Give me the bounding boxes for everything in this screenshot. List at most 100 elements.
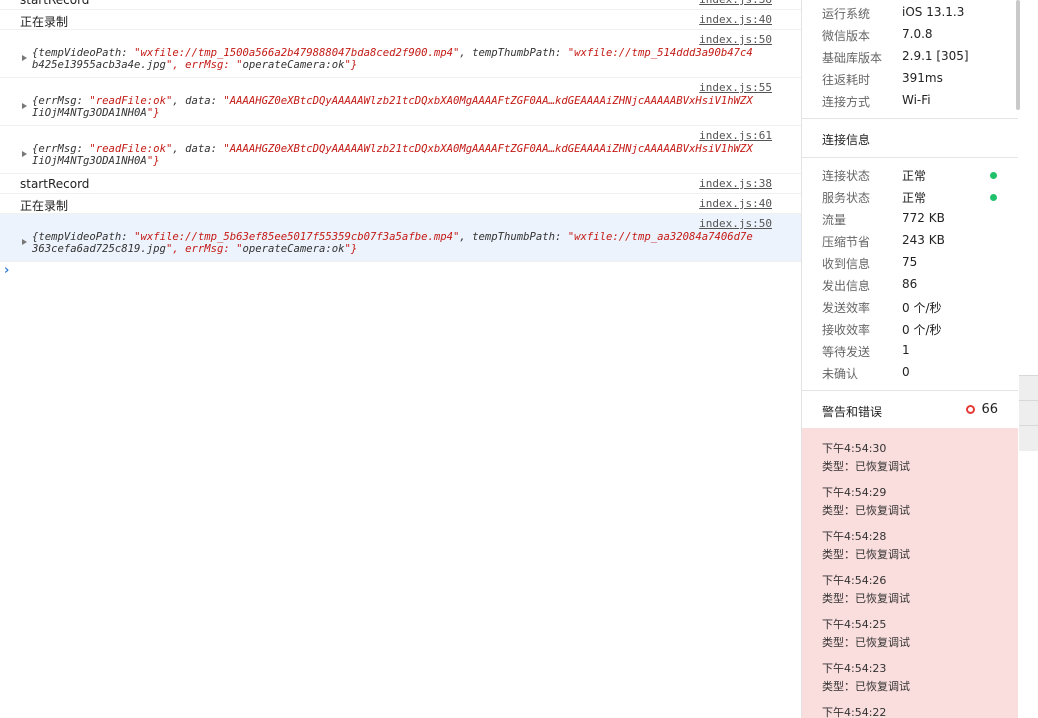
info-row: 服务状态 正常 xyxy=(802,185,1019,207)
console-panel: index.js:38startRecordindex.js:40正在录制ind… xyxy=(0,0,801,718)
log-object-text: {tempVideoPath: "wxfile://tmp_1500a566a2… xyxy=(32,47,780,71)
warning-time: 下午4:54:25 xyxy=(822,618,887,631)
log-message: 正在录制 xyxy=(20,15,69,29)
info-key: 连接状态 xyxy=(822,169,871,183)
source-link[interactable]: index.js:50 xyxy=(699,217,772,230)
info-key: 发送效率 xyxy=(822,301,871,315)
log-text-row: index.js:38 startRecord xyxy=(0,0,801,10)
info-value: 75 xyxy=(902,255,918,269)
info-row: 连接方式 Wi-Fi xyxy=(802,89,1019,111)
info-row: 接收效率 0 个/秒 xyxy=(802,317,1019,339)
system-info-list: 运行系统 iOS 13.1.3 微信版本 7.0.8 基础库版本 2.9.1 [305] 往… xyxy=(802,1,1019,111)
warning-item[interactable]: 下午4:54:25 类型：已恢复调试 xyxy=(802,604,1019,649)
info-row: 连接状态 正常 xyxy=(802,163,1019,185)
log-object-line: 363cefa6ad725c819.jpg", errMsg: "operate… xyxy=(32,243,358,255)
info-value: 0 个/秒 xyxy=(902,301,942,315)
warnings-title: 警告和错误 xyxy=(822,405,883,419)
log-object-row: index.js:50 {tempVideoPath: "wxfile://tmp… xyxy=(0,30,801,78)
warning-item[interactable]: 下午4:54:26 类型：已恢复调试 xyxy=(802,560,1019,605)
info-key: 往返耗时 xyxy=(822,73,871,87)
log-text-row: index.js:38 startRecord xyxy=(0,174,801,194)
log-object-text: {errMsg: "readFile:ok", data: "AAAAHGZ0e… xyxy=(32,95,780,119)
status-ok-dot-icon xyxy=(990,194,997,201)
expand-triangle-icon[interactable] xyxy=(22,151,27,157)
info-key: 流量 xyxy=(822,213,847,227)
info-key: 微信版本 xyxy=(822,29,871,43)
log-object-row: index.js:61 {errMsg: "readFile:ok", data:… xyxy=(0,126,801,174)
source-link[interactable]: index.js:50 xyxy=(699,33,772,46)
console-prompt-icon[interactable]: › xyxy=(4,263,9,278)
warning-item[interactable]: 下午4:54:22 xyxy=(802,692,1019,718)
info-row: 压缩节省 243 KB xyxy=(802,229,1019,251)
warning-time: 下午4:54:23 xyxy=(822,662,887,675)
info-value: 2.9.1 [305] xyxy=(902,49,969,63)
info-row: 基础库版本 2.9.1 [305] xyxy=(802,45,1019,67)
source-link[interactable]: index.js:61 xyxy=(699,129,772,142)
source-link[interactable]: index.js:40 xyxy=(699,197,772,210)
panel-scrollbar-thumb[interactable] xyxy=(1016,0,1020,110)
info-value: 772 KB xyxy=(902,211,945,225)
source-link[interactable]: index.js:38 xyxy=(699,177,772,190)
warning-item[interactable]: 下午4:54:28 类型：已恢复调试 xyxy=(802,516,1019,561)
info-row: 流量 772 KB xyxy=(802,207,1019,229)
status-ok-dot-icon xyxy=(990,172,997,179)
info-row: 未确认 0 xyxy=(802,361,1019,383)
info-value: 86 xyxy=(902,277,918,291)
info-panel: 运行系统 iOS 13.1.3 微信版本 7.0.8 基础库版本 2.9.1 [305] 往… xyxy=(801,0,1019,718)
info-key: 接收效率 xyxy=(822,323,871,337)
edge-tab[interactable] xyxy=(1019,375,1038,401)
info-key: 基础库版本 xyxy=(822,51,883,65)
connection-info-title: 连接信息 xyxy=(822,133,871,147)
info-key: 服务状态 xyxy=(822,191,871,205)
log-object-line: IiOjM4NTg3ODA1NH0A"} xyxy=(32,107,160,119)
source-link[interactable]: index.js:40 xyxy=(699,13,772,26)
warning-time: 下午4:54:28 xyxy=(822,530,887,543)
log-object-line: b425e13955acb3a4e.jpg", errMsg: "operate… xyxy=(32,59,358,71)
info-value: 391ms xyxy=(902,71,943,85)
info-key: 运行系统 xyxy=(822,7,871,21)
expand-triangle-icon[interactable] xyxy=(22,239,27,245)
info-row: 运行系统 iOS 13.1.3 xyxy=(802,1,1019,23)
log-object-line: {tempVideoPath: "wxfile://tmp_5b63ef85ee… xyxy=(32,231,753,243)
log-message: startRecord xyxy=(20,177,90,191)
warnings-header[interactable]: 警告和错误 66 xyxy=(802,390,1019,430)
warning-item[interactable]: 下午4:54:29 类型：已恢复调试 xyxy=(802,472,1019,517)
expand-triangle-icon[interactable] xyxy=(22,103,27,109)
log-message: startRecord xyxy=(20,0,90,7)
warning-time: 下午4:54:30 xyxy=(822,442,887,455)
info-value: 0 个/秒 xyxy=(902,323,942,337)
log-object-row: index.js:55 {errMsg: "readFile:ok", data:… xyxy=(0,78,801,126)
warnings-count: 66 xyxy=(981,402,998,417)
log-object-line: {errMsg: "readFile:ok", data: "AAAAHGZ0e… xyxy=(32,95,753,107)
log-message: 正在录制 xyxy=(20,199,69,213)
log-object-line: {tempVideoPath: "wxfile://tmp_1500a566a2… xyxy=(32,47,753,59)
info-value: 243 KB xyxy=(902,233,945,247)
warning-time: 下午4:54:22 xyxy=(822,706,887,718)
info-value: 正常 xyxy=(902,191,927,205)
warning-item[interactable]: 下午4:54:23 类型：已恢复调试 xyxy=(802,648,1019,693)
panel-scrollbar-track[interactable] xyxy=(1018,0,1038,718)
log-text-row: index.js:40 正在录制 xyxy=(0,194,801,214)
log-object-row: index.js:50 {tempVideoPath: "wxfile://tmp… xyxy=(0,214,801,262)
log-text-row: index.js:40 正在录制 xyxy=(0,10,801,30)
info-row: 等待发送 1 xyxy=(802,339,1019,361)
source-link[interactable]: index.js:55 xyxy=(699,81,772,94)
source-link[interactable]: index.js:38 xyxy=(699,0,772,6)
info-key: 连接方式 xyxy=(822,95,871,109)
connection-info-header[interactable]: 连接信息 xyxy=(802,118,1019,158)
log-object-text: {errMsg: "readFile:ok", data: "AAAAHGZ0e… xyxy=(32,143,780,167)
warnings-list: 下午4:54:30 类型：已恢复调试 下午4:54:29 类型：已恢复调试 下午4:54… xyxy=(802,428,1019,718)
info-row: 发出信息 86 xyxy=(802,273,1019,295)
expand-triangle-icon[interactable] xyxy=(22,55,27,61)
info-value: 7.0.8 xyxy=(902,27,933,41)
warnings-badge: 66 xyxy=(966,402,998,417)
info-key: 收到信息 xyxy=(822,257,871,271)
warning-time: 下午4:54:29 xyxy=(822,486,887,499)
warning-item[interactable]: 下午4:54:30 类型：已恢复调试 xyxy=(802,428,1019,473)
info-value: 1 xyxy=(902,343,910,357)
edge-tab[interactable] xyxy=(1019,425,1038,451)
edge-tab[interactable] xyxy=(1019,400,1038,426)
info-key: 发出信息 xyxy=(822,279,871,293)
info-value: 正常 xyxy=(902,169,927,183)
error-dot-icon xyxy=(966,405,976,414)
